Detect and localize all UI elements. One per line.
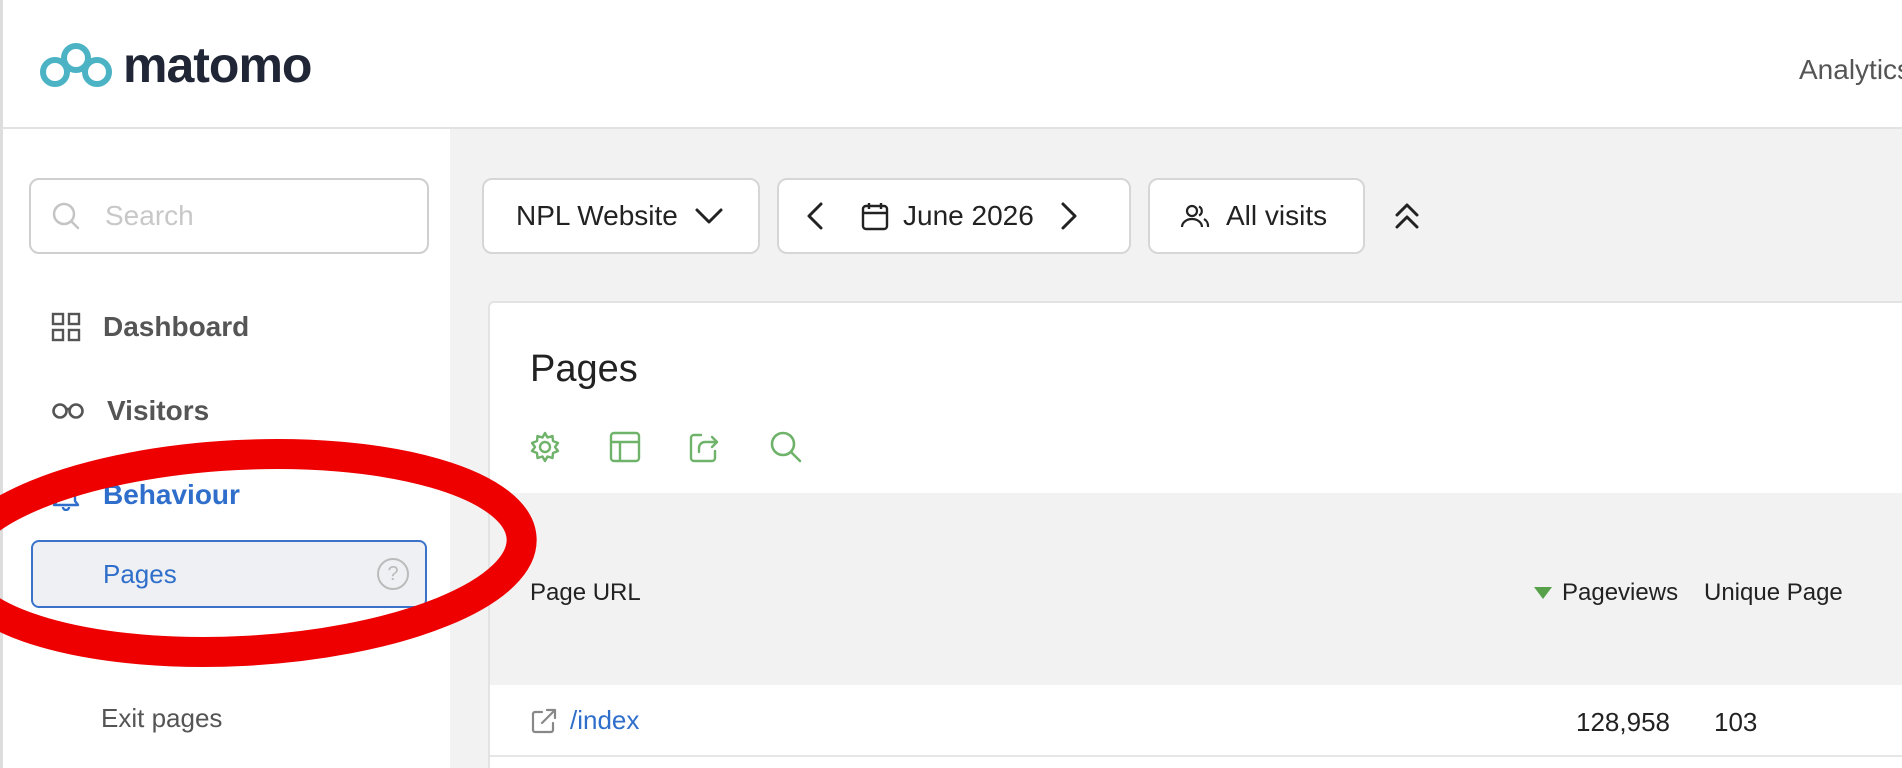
sidebar-item-dashboard[interactable]: Dashboard: [51, 307, 249, 347]
row-unique-pageviews: 103: [1714, 707, 1758, 737]
date-label: June 2026: [903, 200, 1034, 231]
sidebar-subitem-label: Exit pages: [101, 702, 223, 733]
binoculars-icon: [52, 403, 84, 419]
sidebar-subitem-entry-pages[interactable]: Entry pages: [31, 612, 427, 680]
users-icon: [1180, 204, 1210, 228]
chevron-left-icon: [807, 202, 823, 230]
logo-text: matomo: [123, 37, 312, 93]
sidebar-item-label: Dashboard: [103, 311, 250, 342]
chevron-down-icon: [695, 208, 723, 224]
sidebar-subitem-label: Pages: [103, 558, 177, 589]
site-selector[interactable]: NPL Website: [482, 178, 760, 254]
main-content: NPL Website June 2026 All visits Pages P…: [450, 129, 1902, 768]
site-selector-label: NPL Website: [516, 200, 678, 231]
report-title: Pages: [530, 348, 638, 390]
chevron-right-icon: [1061, 202, 1077, 230]
table-header: Page URL Pageviews Unique Page: [490, 493, 1902, 685]
segment-label: All visits: [1226, 200, 1328, 231]
sidebar-subitem-pages[interactable]: Pages ?: [31, 540, 427, 608]
column-header-page-url[interactable]: Page URL: [530, 579, 641, 607]
report-settings-button[interactable]: [528, 425, 608, 469]
report-visualization-button[interactable]: [608, 425, 688, 469]
sidebar-item-visitors[interactable]: Visitors: [51, 391, 209, 431]
external-link-icon[interactable]: [530, 707, 558, 735]
column-header-pageviews[interactable]: Pageviews: [1534, 579, 1678, 607]
row-pageviews: 128,958: [1576, 707, 1670, 737]
dashboard-icon: [51, 312, 81, 342]
search-input[interactable]: [105, 200, 405, 232]
date-selector[interactable]: June 2026: [777, 178, 1131, 254]
sidebar-subitem-exit-pages[interactable]: Exit pages: [31, 684, 427, 752]
sidebar-item-behaviour[interactable]: Behaviour: [51, 475, 240, 515]
segment-selector[interactable]: All visits: [1148, 178, 1365, 254]
export-icon: [689, 433, 719, 463]
column-header-unique-pageviews[interactable]: Unique Page: [1704, 579, 1843, 607]
row-url-cell: /index: [530, 705, 639, 736]
sidebar-item-label: Visitors: [107, 395, 210, 426]
report-export-button[interactable]: [688, 425, 768, 469]
analytics-link[interactable]: Analytics: [1799, 54, 1902, 86]
collapse-icon[interactable]: [1392, 199, 1422, 233]
row-url-link[interactable]: /index: [570, 705, 639, 736]
report-toolbar: [528, 425, 848, 469]
top-bar: matomo Analytics: [0, 0, 1902, 129]
search-icon: [770, 431, 802, 463]
sidebar-item-label: Behaviour: [103, 479, 240, 510]
pages-report-card: Pages Page URL Pageviews Unique Page /in…: [488, 301, 1902, 768]
sort-desc-icon: [1534, 587, 1552, 599]
next-period-button[interactable]: [1060, 201, 1078, 231]
sidebar: Dashboard Visitors Behaviour Pages ? Ent…: [0, 129, 450, 768]
sidebar-search[interactable]: [29, 178, 429, 254]
matomo-logo-icon: [40, 43, 112, 87]
table-icon: [609, 431, 641, 463]
search-icon: [52, 202, 80, 230]
report-search-button[interactable]: [768, 425, 848, 469]
matomo-logo[interactable]: matomo: [39, 37, 312, 93]
prev-period-button[interactable]: [779, 201, 851, 231]
bell-icon: [52, 482, 80, 511]
table-row[interactable]: /index 128,958 103: [490, 685, 1902, 757]
calendar-icon: [861, 203, 889, 231]
column-header-label: Pageviews: [1562, 579, 1679, 606]
settings-icon: [530, 431, 560, 463]
sidebar-subitem-label: Entry pages: [101, 630, 240, 661]
help-icon[interactable]: ?: [377, 558, 409, 590]
